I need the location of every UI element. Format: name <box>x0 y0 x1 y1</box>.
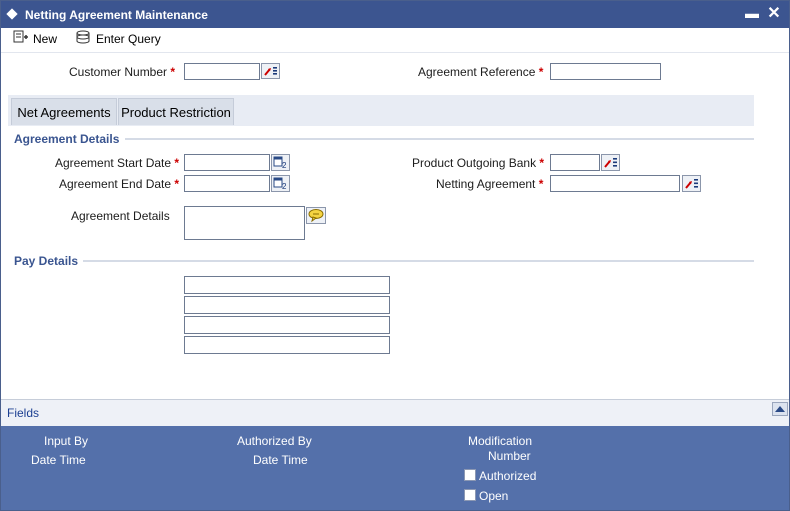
pay-details-input-1[interactable] <box>184 276 390 294</box>
fields-link[interactable]: Fields <box>7 406 39 420</box>
agreement-start-date-label: Agreement Start Date * <box>55 156 179 170</box>
calendar-icon[interactable]: 2 <box>271 154 290 171</box>
netting-agreement-label: Netting Agreement * <box>436 177 543 191</box>
main-window: Netting Agreement Maintenance ▬ ✕ New En… <box>0 0 790 511</box>
number-label: Number <box>488 449 531 463</box>
pay-details-input-2[interactable] <box>184 296 390 314</box>
svg-text:2: 2 <box>282 161 287 170</box>
new-label: New <box>33 32 58 46</box>
calendar-icon[interactable]: 2 <box>271 175 290 192</box>
agreement-reference-input[interactable] <box>550 63 661 80</box>
enter-query-label: Enter Query <box>96 32 161 46</box>
authorized-label: Authorized <box>479 469 537 483</box>
pay-details-input-3[interactable] <box>184 316 390 334</box>
list-of-values-icon[interactable] <box>682 175 701 192</box>
netting-agreement-input[interactable] <box>550 175 680 192</box>
authorized-by-label: Authorized By <box>237 434 312 448</box>
agreement-end-date-input[interactable] <box>184 175 270 192</box>
enter-query-button[interactable]: Enter Query <box>76 30 161 48</box>
required-marker: * <box>174 156 180 170</box>
product-outgoing-bank-input[interactable] <box>550 154 600 171</box>
customer-number-text: Customer Number <box>69 65 168 79</box>
agreement-details-textarea[interactable] <box>184 206 305 240</box>
product-outgoing-bank-text: Product Outgoing Bank <box>412 156 537 170</box>
close-icon[interactable]: ✕ <box>766 3 782 22</box>
section-divider <box>83 260 754 262</box>
open-checkbox[interactable] <box>464 489 476 501</box>
input-by-label: Input By <box>44 434 89 448</box>
agreement-start-date-input[interactable] <box>184 154 270 171</box>
new-button[interactable]: New <box>13 30 57 48</box>
agreement-end-date-text: Agreement End Date <box>59 177 172 191</box>
agreement-end-date-label: Agreement End Date * <box>59 177 179 191</box>
list-of-values-icon[interactable] <box>261 63 280 79</box>
pay-details-input-4[interactable] <box>184 336 390 354</box>
required-marker: * <box>170 65 176 79</box>
required-marker: * <box>539 156 545 170</box>
svg-text:2: 2 <box>282 182 287 191</box>
netting-agreement-text: Netting Agreement <box>436 177 536 191</box>
fields-bar: Fields <box>1 399 789 426</box>
customer-number-label: Customer Number * <box>69 65 175 79</box>
list-of-values-icon[interactable] <box>601 154 620 171</box>
audit-panel: Input By Date Time Authorized By Date Ti… <box>1 426 789 510</box>
required-marker: * <box>538 177 544 191</box>
section-divider <box>125 138 754 140</box>
triangle-up-icon[interactable] <box>772 402 788 416</box>
tab-product-restriction[interactable]: Product Restriction <box>118 98 234 125</box>
tab-net-agreements-label: Net Agreements <box>17 105 111 120</box>
pay-details-section-title: Pay Details <box>14 254 79 268</box>
product-outgoing-bank-label: Product Outgoing Bank * <box>412 156 544 170</box>
agreement-start-date-text: Agreement Start Date <box>55 156 172 170</box>
tab-strip: Net Agreements Product Restriction <box>8 95 754 126</box>
minimize-icon[interactable]: ▬ <box>745 5 759 21</box>
date-time-label: Date Time <box>31 453 86 467</box>
toolbar: New Enter Query <box>1 28 789 53</box>
speech-bubble-icon[interactable] <box>306 207 326 224</box>
query-icon <box>76 30 92 49</box>
open-label: Open <box>479 489 509 503</box>
agreement-reference-text: Agreement Reference <box>418 65 536 79</box>
required-marker: * <box>174 177 180 191</box>
date-time-label: Date Time <box>253 453 308 467</box>
agreement-details-section-title: Agreement Details <box>14 132 120 146</box>
required-marker: * <box>538 65 544 79</box>
tab-net-agreements[interactable]: Net Agreements <box>11 98 117 125</box>
agreement-details-label: Agreement Details <box>71 209 170 223</box>
new-document-icon <box>13 30 29 49</box>
authorized-checkbox[interactable] <box>464 469 476 481</box>
agreement-reference-label: Agreement Reference * <box>418 65 543 79</box>
tab-product-restriction-label: Product Restriction <box>121 105 231 120</box>
window-diamond-icon <box>6 8 18 20</box>
title-bar: Netting Agreement Maintenance ▬ ✕ <box>1 1 789 28</box>
modification-label: Modification <box>468 434 533 448</box>
window-title: Netting Agreement Maintenance <box>25 8 208 22</box>
customer-number-input[interactable] <box>184 63 260 80</box>
